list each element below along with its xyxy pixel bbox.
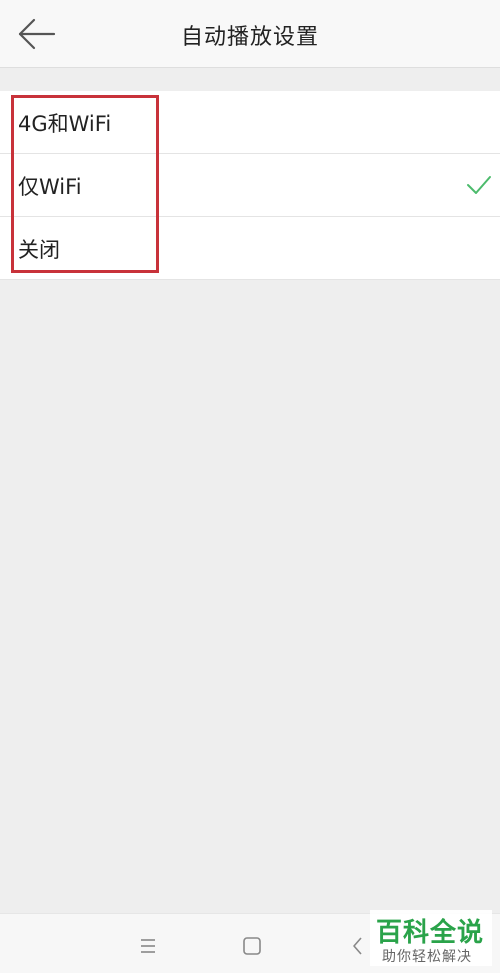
- menu-button[interactable]: [136, 934, 160, 958]
- option-label: 4G和WiFi: [18, 112, 112, 136]
- chevron-left-icon: [353, 937, 362, 955]
- option-4g-and-wifi[interactable]: 4G和WiFi: [0, 91, 500, 154]
- autoplay-options-list: 4G和WiFi 仅WiFi 关闭: [0, 91, 500, 280]
- home-button[interactable]: [240, 934, 264, 958]
- watermark-logo: 百科全说 助你轻松解决: [370, 910, 492, 966]
- nav-back-button[interactable]: [346, 934, 370, 958]
- checkmark-icon: [467, 176, 491, 194]
- menu-icon: [141, 939, 155, 953]
- option-wifi-only[interactable]: 仅WiFi: [0, 154, 500, 217]
- watermark-subtitle: 助你轻松解决: [382, 949, 472, 965]
- square-home-icon: [243, 937, 261, 955]
- page-title: 自动播放设置: [180, 25, 319, 50]
- option-label: 关闭: [18, 238, 60, 262]
- top-bar: 自动播放设置: [0, 0, 500, 68]
- option-off[interactable]: 关闭: [0, 217, 500, 280]
- option-label: 仅WiFi: [18, 175, 82, 199]
- watermark-title: 百科全说: [376, 918, 485, 948]
